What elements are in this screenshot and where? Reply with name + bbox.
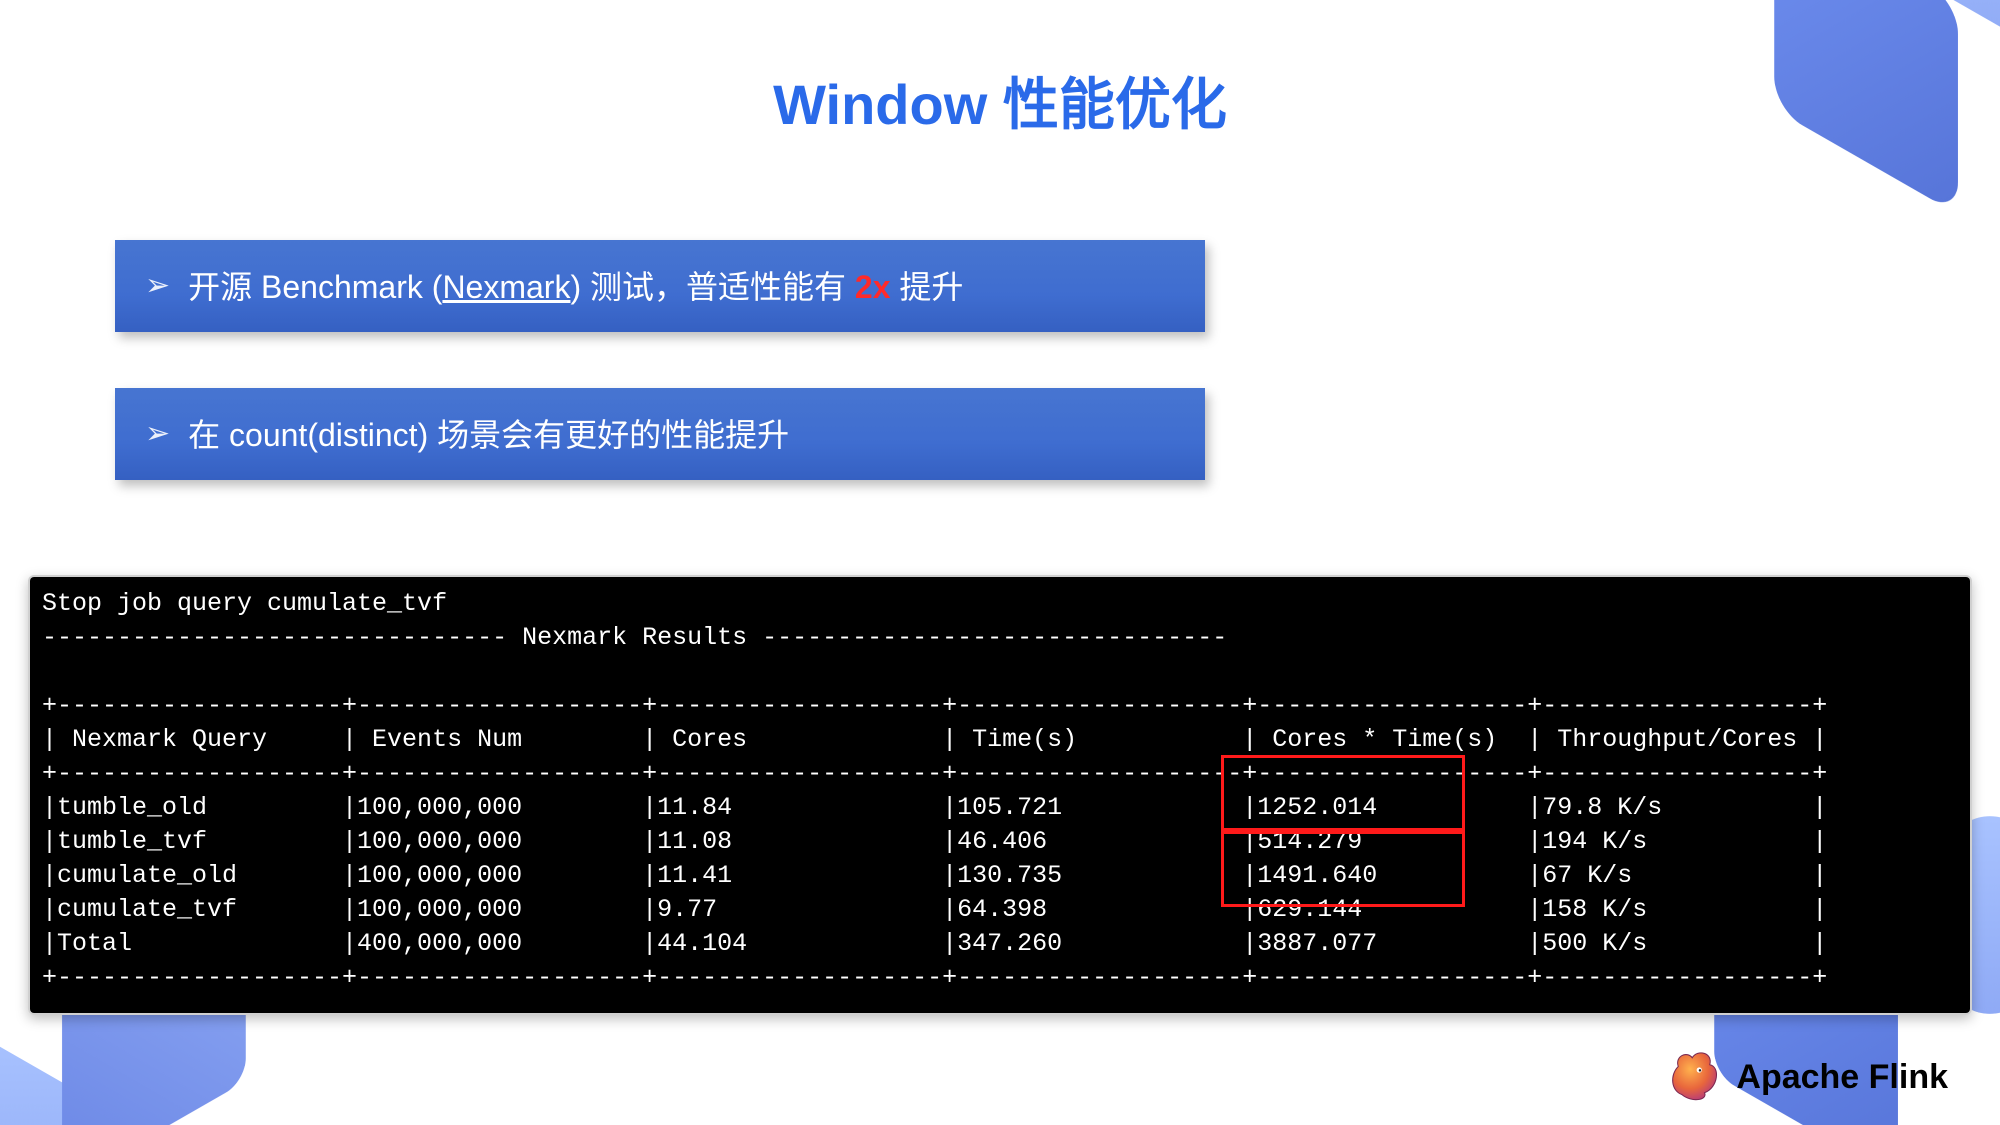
footer-product-name: Apache Flink [1736, 1058, 1948, 1097]
bg-cube-top-right [1866, 0, 2000, 55]
bullet-link-nexmark: Nexmark [442, 269, 570, 305]
bullet-text-suffix: 提升 [891, 269, 964, 305]
terminal-output: Stop job query cumulate_tvf ------------… [30, 577, 1970, 1013]
bg-cube-bottom-left [0, 1030, 154, 1125]
terminal-container: Stop job query cumulate_tvf ------------… [28, 575, 1972, 1015]
chevron-icon: ➢ [145, 416, 170, 451]
highlight-box-cumulate [1221, 831, 1465, 907]
footer-logo: Apache Flink [1666, 1049, 1948, 1105]
bullet-highlight-2x: 2x [855, 269, 891, 305]
bullet-count-distinct: ➢ 在 count(distinct) 场景会有更好的性能提升 [115, 388, 1205, 480]
flink-squirrel-icon [1666, 1049, 1722, 1105]
bullet-text-mid: ) 测试，普适性能有 [570, 269, 854, 305]
bullet-text-prefix: 开源 Benchmark ( [188, 269, 442, 305]
bullet-benchmark-text: 开源 Benchmark (Nexmark) 测试，普适性能有 2x 提升 [188, 262, 963, 308]
chevron-icon: ➢ [145, 268, 170, 303]
bullet-count-distinct-text: 在 count(distinct) 场景会有更好的性能提升 [188, 410, 789, 456]
bullet-benchmark: ➢ 开源 Benchmark (Nexmark) 测试，普适性能有 2x 提升 [115, 240, 1205, 332]
slide-title: Window 性能优化 [0, 60, 2000, 141]
highlight-box-tumble [1221, 755, 1465, 831]
